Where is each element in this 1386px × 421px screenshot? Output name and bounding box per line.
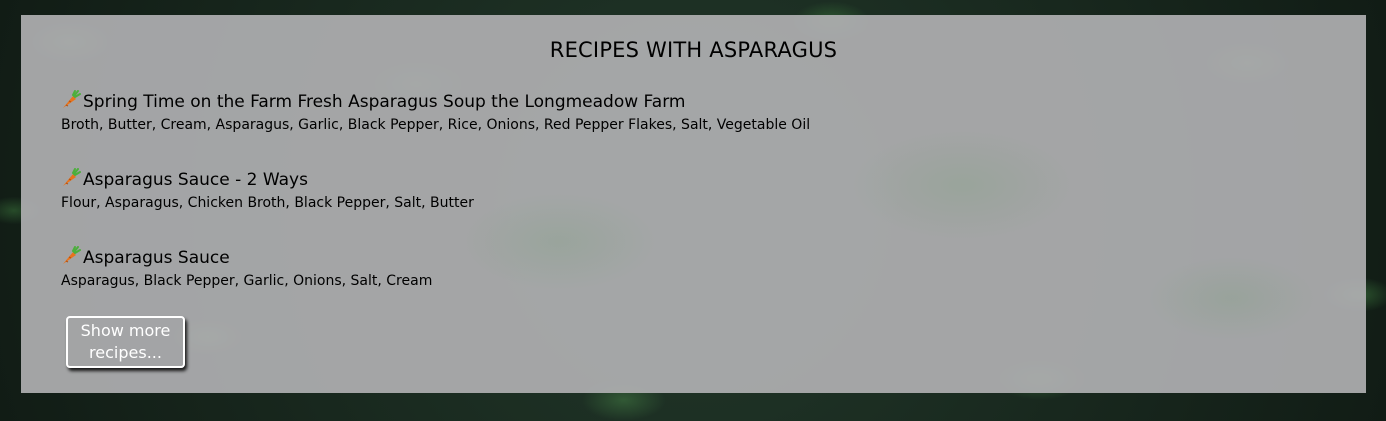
recipe-ingredients: Asparagus, Black Pepper, Garlic, Onions,… (61, 273, 433, 289)
recipe-item: Spring Time on the Farm Fresh Asparagus … (61, 90, 810, 135)
recipe-title: Spring Time on the Farm Fresh Asparagus … (83, 92, 686, 112)
carrot-icon (61, 90, 83, 113)
recipes-panel: RECIPES WITH ASPARAGUS Spring Time on th… (21, 15, 1366, 393)
recipe-ingredients: Flour, Asparagus, Chicken Broth, Black P… (61, 195, 474, 211)
recipe-ingredients: Broth, Butter, Cream, Asparagus, Garlic,… (61, 117, 811, 133)
recipe-title-row[interactable]: Asparagus Sauce (61, 246, 432, 269)
recipe-title-row[interactable]: Spring Time on the Farm Fresh Asparagus … (61, 90, 810, 113)
recipe-title: Asparagus Sauce (83, 248, 230, 268)
carrot-icon (61, 168, 83, 191)
section-title: RECIPES WITH ASPARAGUS (549, 38, 838, 62)
show-more-recipes-button[interactable]: Show more recipes... (66, 316, 185, 368)
recipe-item: Asparagus Sauce - 2 Ways Flour, Asparagu… (61, 168, 474, 213)
recipe-title-row[interactable]: Asparagus Sauce - 2 Ways (61, 168, 474, 191)
recipe-item: Asparagus Sauce Asparagus, Black Pepper,… (61, 246, 432, 291)
carrot-icon (61, 246, 83, 269)
recipe-title: Asparagus Sauce - 2 Ways (83, 170, 308, 190)
